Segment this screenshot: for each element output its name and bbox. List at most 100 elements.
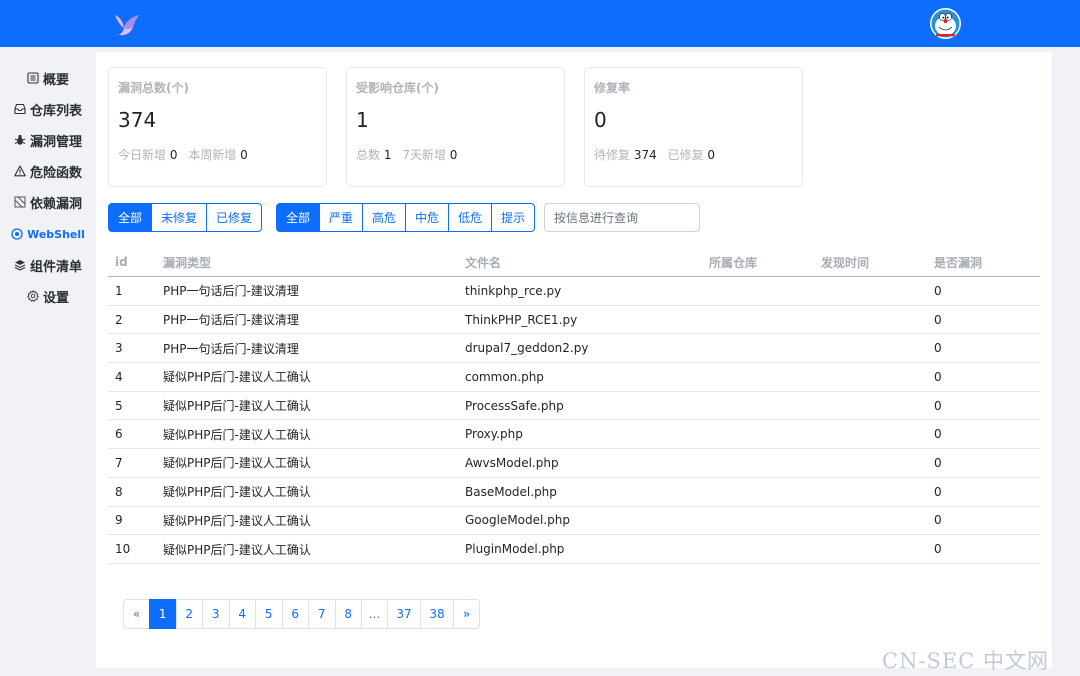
table-row[interactable]: 4 疑似PHP后门-建议人工确认 common.php 0 — [108, 363, 1040, 392]
sidebar-item-components[interactable]: 组件清单 — [0, 253, 96, 277]
table-row[interactable]: 6 疑似PHP后门-建议人工确认 Proxy.php 0 — [108, 420, 1040, 450]
sidebar-item-overview[interactable]: 概要 — [0, 66, 96, 90]
page-2-button[interactable]: 2 — [175, 599, 203, 629]
severity-high-button[interactable]: 高危 — [362, 203, 407, 232]
bird-logo-icon[interactable] — [112, 9, 142, 39]
severity-critical-button[interactable]: 严重 — [319, 203, 364, 232]
cell-is-vuln: 0 — [934, 484, 942, 499]
cell-filename: PluginModel.php — [465, 542, 565, 557]
table-row[interactable]: 10 疑似PHP后门-建议人工确认 PluginModel.php 0 — [108, 535, 1040, 564]
column-header-found-time[interactable]: 发现时间 — [821, 248, 869, 276]
page-5-button[interactable]: 5 — [255, 599, 283, 629]
cell-filename: common.php — [465, 369, 544, 384]
card-subtitle: 今日新增 0 本周新增 0 — [118, 146, 255, 163]
column-header-filename[interactable]: 文件名 — [465, 248, 501, 276]
page-1-button[interactable]: 1 — [149, 599, 177, 629]
page-ellipsis: ... — [361, 599, 388, 629]
sidebar-item-label: 概要 — [42, 72, 69, 88]
table-header-row: id 漏洞类型 文件名 所属仓库 发现时间 是否漏洞 — [108, 248, 1040, 277]
cell-filename: ThinkPHP_RCE1.py — [465, 312, 578, 327]
column-header-repository[interactable]: 所属仓库 — [709, 248, 757, 276]
table-row[interactable]: 1 PHP一句话后门-建议清理 thinkphp_rce.py 0 — [108, 277, 1040, 306]
page-3-button[interactable]: 3 — [202, 599, 230, 629]
page-7-button[interactable]: 7 — [308, 599, 336, 629]
cell-vuln-type: 疑似PHP后门-建议人工确认 — [163, 370, 311, 385]
severity-filter-group: 全部 严重 高危 中危 低危 提示 — [276, 203, 536, 232]
card-sub-value: 0 — [240, 148, 248, 162]
sidebar-item-vulnerabilities[interactable]: 漏洞管理 — [0, 128, 96, 152]
page-8-button[interactable]: 8 — [334, 599, 362, 629]
severity-all-button[interactable]: 全部 — [276, 203, 321, 232]
pagination: «1 2 3 4 5 6 7 8... 37 38» — [123, 599, 480, 629]
column-header-id[interactable]: id — [115, 248, 128, 276]
sidebar-item-dangerous-functions[interactable]: 危险函数 — [0, 159, 96, 183]
card-sub-label: 本周新增 — [188, 148, 237, 162]
table-row[interactable]: 8 疑似PHP后门-建议人工确认 BaseModel.php 0 — [108, 478, 1040, 507]
cell-id: 4 — [115, 369, 123, 384]
cell-id: 1 — [115, 283, 123, 298]
sidebar: 概要 仓库列表 漏洞管理 危险函数 依赖漏洞 WebShell 组件清单 设置 — [0, 47, 96, 676]
card-sub-label: 今日新增 — [118, 148, 167, 162]
doraemon-avatar-icon — [931, 9, 960, 38]
severity-medium-button[interactable]: 中危 — [405, 203, 450, 232]
gear-icon — [27, 290, 39, 302]
inbox-icon — [14, 103, 26, 115]
page-6-button[interactable]: 6 — [281, 599, 309, 629]
webshell-icon — [11, 228, 23, 240]
cell-vuln-type: 疑似PHP后门-建议人工确认 — [163, 427, 311, 442]
card-sub-label: 总数 — [356, 148, 381, 162]
card-sub-label: 已修复 — [667, 148, 704, 162]
layers-icon — [14, 260, 26, 271]
page-prev-button[interactable]: « — [123, 599, 150, 629]
table-row[interactable]: 3 PHP一句话后门-建议清理 drupal7_geddon2.py 0 — [108, 334, 1040, 364]
cell-is-vuln: 0 — [934, 455, 942, 470]
page-next-button[interactable]: » — [453, 599, 480, 629]
cell-vuln-type: PHP一句话后门-建议清理 — [163, 313, 299, 328]
filter-all-button[interactable]: 全部 — [108, 203, 153, 232]
filter-fixed-button[interactable]: 已修复 — [206, 203, 263, 232]
status-filter-group: 全部 未修复 已修复 — [108, 203, 263, 232]
page-4-button[interactable]: 4 — [228, 599, 256, 629]
filter-unfixed-button[interactable]: 未修复 — [151, 203, 208, 232]
watermark: CN-SEC 中文网 — [882, 649, 1049, 673]
sidebar-item-repositories[interactable]: 仓库列表 — [0, 97, 96, 121]
search-input[interactable] — [544, 203, 700, 232]
cell-vuln-type: 疑似PHP后门-建议人工确认 — [163, 542, 311, 557]
card-sub-value: 0 — [449, 148, 458, 162]
user-avatar[interactable] — [930, 8, 961, 39]
cell-vuln-type: 疑似PHP后门-建议人工确认 — [163, 485, 311, 500]
card-sub-value: 1 — [383, 148, 392, 162]
card-sub-label: 7天新增 — [402, 148, 446, 162]
main-content: 漏洞总数(个) 374 今日新增 0 本周新增 0 受影响仓库(个) 1 总数 … — [96, 52, 1052, 668]
cell-id: 5 — [115, 398, 123, 413]
sidebar-item-label: 漏洞管理 — [29, 134, 82, 150]
cell-filename: GoogleModel.php — [465, 513, 570, 528]
dependency-icon — [14, 196, 26, 208]
cell-vuln-type: 疑似PHP后门-建议人工确认 — [163, 399, 311, 414]
cell-id: 2 — [115, 312, 123, 327]
card-value: 374 — [118, 108, 157, 132]
page-38-button[interactable]: 38 — [420, 599, 454, 629]
card-sub-value: 0 — [707, 148, 716, 162]
sidebar-item-settings[interactable]: 设置 — [0, 284, 96, 308]
sidebar-item-label: WebShell — [27, 227, 85, 241]
sidebar-item-webshell[interactable]: WebShell — [0, 222, 96, 246]
table-row[interactable]: 7 疑似PHP后门-建议人工确认 AwvsModel.php 0 — [108, 449, 1040, 478]
cell-is-vuln: 0 — [934, 513, 942, 528]
severity-info-button[interactable]: 提示 — [491, 203, 536, 232]
page-37-button[interactable]: 37 — [387, 599, 421, 629]
cell-id: 9 — [115, 513, 123, 528]
sidebar-item-dependency-vulns[interactable]: 依赖漏洞 — [0, 190, 96, 214]
table-row[interactable]: 2 PHP一句话后门-建议清理 ThinkPHP_RCE1.py 0 — [108, 306, 1040, 335]
card-sub-label: 待修复 — [594, 148, 631, 162]
table-row[interactable]: 9 疑似PHP后门-建议人工确认 GoogleModel.php 0 — [108, 507, 1040, 536]
table-row[interactable]: 5 疑似PHP后门-建议人工确认 ProcessSafe.php 0 — [108, 392, 1040, 421]
warning-icon — [14, 165, 26, 177]
card-sub-value: 374 — [633, 148, 657, 162]
vulnerability-table: id 漏洞类型 文件名 所属仓库 发现时间 是否漏洞 1 PHP一句话后门-建议清… — [108, 248, 1040, 564]
card-value: 0 — [594, 108, 607, 132]
severity-low-button[interactable]: 低危 — [448, 203, 493, 232]
column-header-is-vuln[interactable]: 是否漏洞 — [934, 248, 982, 276]
column-header-type[interactable]: 漏洞类型 — [163, 248, 211, 276]
stat-card-fix-rate: 修复率 0 待修复 374 已修复 0 — [584, 67, 803, 187]
